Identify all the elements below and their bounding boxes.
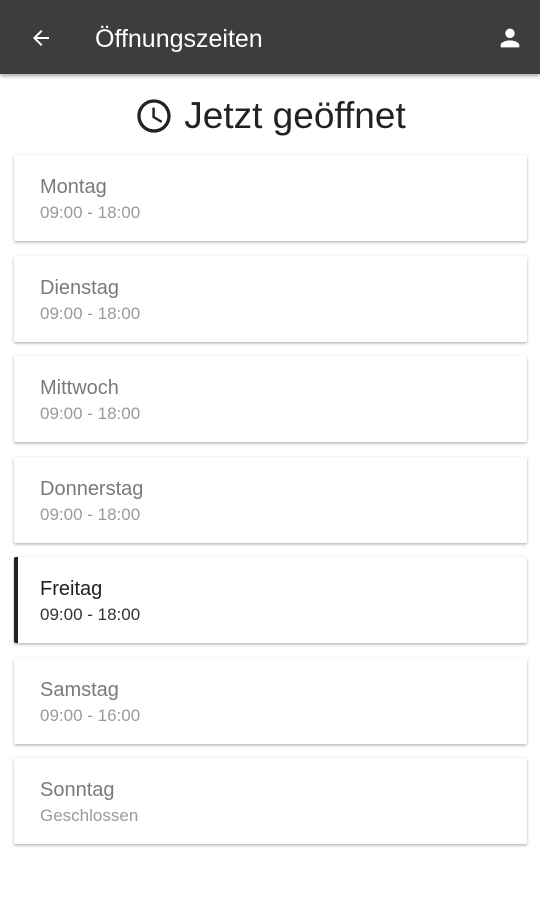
clock-icon [137,99,171,133]
account-button[interactable] [494,22,526,54]
day-card-wednesday[interactable]: Mittwoch 09:00 - 18:00 [14,356,527,442]
day-name: Dienstag [40,276,119,299]
day-name: Mittwoch [40,377,119,399]
page-title: Öffnungszeiten [95,25,263,53]
back-button[interactable] [26,23,56,53]
person-icon [500,28,520,48]
day-hours: 09:00 - 18:00 [40,404,141,423]
day-card-thursday[interactable]: Donnerstag 09:00 - 18:00 [14,456,527,543]
day-hours: 09:00 - 18:00 [40,605,141,624]
app-bar: Öffnungszeiten [0,0,540,74]
day-hours: 09:00 - 18:00 [40,303,141,323]
open-status-heading: Jetzt geöffnet [0,88,540,144]
arrow-back-icon [33,30,49,46]
day-hours: 09:00 - 16:00 [40,705,141,725]
day-name: Donnerstag [40,477,144,500]
open-status-text: Jetzt geöffnet [184,95,406,136]
day-hours: Geschlossen [40,806,139,825]
day-card-monday[interactable]: Montag 09:00 - 18:00 [14,155,527,241]
day-card-tuesday[interactable]: Dienstag 09:00 - 18:00 [14,255,527,342]
day-name: Freitag [40,578,103,600]
day-card-saturday[interactable]: Samstag 09:00 - 16:00 [14,657,527,744]
opening-hours-list: Montag 09:00 - 18:00 Dienstag 09:00 - 18… [14,155,527,859]
day-card-friday[interactable]: Freitag 09:00 - 18:00 [14,557,527,643]
day-name: Samstag [40,678,119,701]
day-name: Sonntag [40,779,115,801]
day-card-sunday[interactable]: Sonntag Geschlossen [14,758,527,844]
day-hours: 09:00 - 18:00 [40,504,141,524]
day-name: Montag [40,176,107,198]
day-hours: 09:00 - 18:00 [40,203,141,222]
